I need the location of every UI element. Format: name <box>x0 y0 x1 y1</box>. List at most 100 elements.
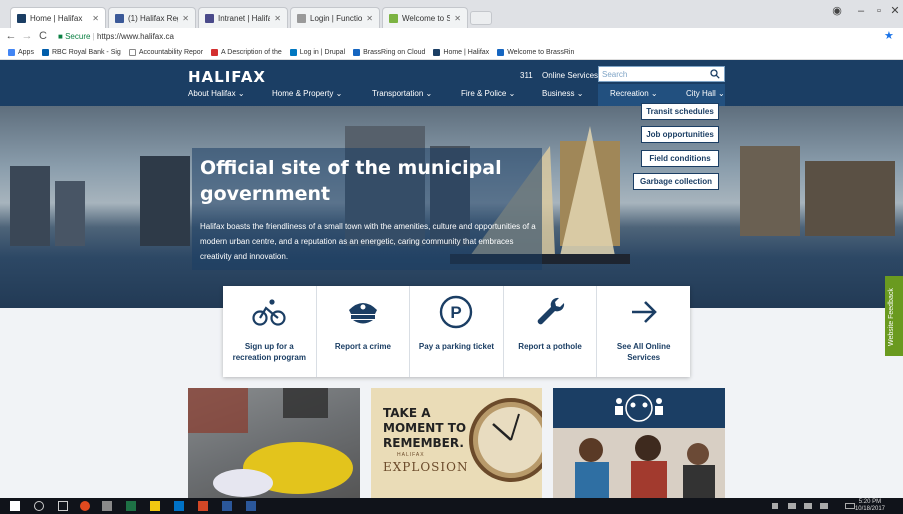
lock-icon: ■ <box>58 32 63 41</box>
task-view-icon[interactable] <box>58 501 68 511</box>
nav-business[interactable]: Business ⌄ <box>542 89 583 98</box>
feature-card-artists[interactable] <box>188 388 360 498</box>
explosion-title: EXPLOSION <box>383 460 469 474</box>
online-services-tiles: Sign up for a recreation program Report … <box>223 286 690 377</box>
chrome-taskbar-icon[interactable] <box>80 501 90 511</box>
quick-link-job-opportunities[interactable]: Job opportunities <box>641 126 719 143</box>
close-tab-icon[interactable]: ✕ <box>366 14 373 23</box>
nav-recreation[interactable]: Recreation ⌄ <box>610 89 658 98</box>
website-feedback-tab[interactable]: Website Feedback <box>885 276 903 356</box>
card-banner <box>553 388 725 428</box>
browser-tab[interactable]: Login | FunctionFox✕ <box>290 7 380 28</box>
url-input[interactable]: ■ Secure | https://www.halifax.ca <box>58 30 878 43</box>
shape-your-favicon-icon <box>389 13 398 23</box>
brassring-icon <box>353 48 361 56</box>
facebook-favicon-icon <box>115 13 124 23</box>
halifax-logo[interactable]: HALIFAX <box>188 68 266 86</box>
nav-transportation[interactable]: Transportation ⌄ <box>372 89 432 98</box>
online-services-link[interactable]: Online Services <box>542 71 598 80</box>
back-arrow-icon[interactable]: ← <box>4 29 18 43</box>
arrow-right-icon <box>631 301 657 323</box>
feature-card-community[interactable] <box>553 388 725 498</box>
user-profile-icon[interactable]: ◉ <box>826 2 848 20</box>
residents-photo <box>553 428 725 498</box>
site-header <box>0 60 903 106</box>
browser-tab[interactable]: Intranet | Halifax✕ <box>198 7 288 28</box>
reload-icon[interactable]: C <box>36 29 50 43</box>
new-tab-button[interactable] <box>470 11 492 25</box>
keyboard-icon[interactable] <box>845 503 855 509</box>
community-meeting-icon <box>615 394 663 422</box>
service-tile-report-crime[interactable]: Report a crime <box>317 286 411 377</box>
volume-icon[interactable] <box>804 503 812 509</box>
close-tab-icon[interactable]: ✕ <box>182 14 189 23</box>
halifax-favicon-icon <box>433 48 441 56</box>
chalk-art-photo <box>188 388 353 497</box>
chevron-down-icon: ⌄ <box>237 89 245 98</box>
search-input[interactable] <box>602 67 702 81</box>
bookmarks-bar: Apps RBC Royal Bank - Sig Accountability… <box>0 45 903 60</box>
search-icon[interactable] <box>710 69 720 79</box>
nav-about-halifax[interactable]: About Halifax ⌄ <box>188 89 245 98</box>
tray-chevron-icon[interactable] <box>772 503 778 509</box>
nav-fire-police[interactable]: Fire & Police ⌄ <box>461 89 515 98</box>
app-taskbar-icon[interactable] <box>102 501 112 511</box>
browser-tab[interactable]: (1) Halifax Regional Mu✕ <box>108 7 196 28</box>
bookmark-item[interactable]: Log in | Drupal <box>289 48 345 56</box>
bookmark-item[interactable]: Accountability Repor <box>128 48 203 56</box>
search-icon[interactable] <box>34 501 44 511</box>
forward-arrow-icon[interactable]: → <box>20 29 34 43</box>
bookmark-item[interactable]: RBC Royal Bank - Sig <box>41 48 121 56</box>
browser-tab[interactable]: Home | Halifax ✕ <box>10 7 106 28</box>
apps-grid-icon <box>8 48 15 56</box>
halifax-favicon-icon <box>17 13 26 23</box>
wrench-icon <box>537 297 565 325</box>
excel-taskbar-icon[interactable] <box>126 501 136 511</box>
app-taskbar-icon[interactable] <box>222 501 232 511</box>
quick-link-garbage-collection[interactable]: Garbage collection <box>633 173 719 190</box>
bookmark-item[interactable]: Apps <box>8 48 34 56</box>
brassring-icon <box>497 48 505 56</box>
close-window-icon[interactable]: ✕ <box>884 2 903 20</box>
drupal-icon <box>289 48 297 56</box>
bookmark-item[interactable]: A Description of the <box>211 48 282 56</box>
chevron-down-icon: ⌄ <box>508 89 516 98</box>
bookmark-star-icon[interactable]: ★ <box>884 29 898 43</box>
windows-start-icon[interactable] <box>10 501 20 511</box>
bookmark-item[interactable]: Welcome to BrassRin <box>497 48 574 56</box>
close-tab-icon[interactable]: ✕ <box>454 14 461 23</box>
powerpoint-taskbar-icon[interactable] <box>198 501 208 511</box>
battery-icon[interactable] <box>820 503 828 509</box>
browser-tab[interactable]: Welcome to Shape Your✕ <box>382 7 468 28</box>
link-311[interactable]: 311 <box>520 71 533 80</box>
bookmark-item[interactable]: Home | Halifax <box>433 48 489 56</box>
service-tile-report-pothole[interactable]: Report a pothole <box>504 286 598 377</box>
bookmark-item[interactable]: BrassRing on Cloud <box>353 48 425 56</box>
explosion-small-label: HALIFAX <box>397 452 425 458</box>
bicycle-icon <box>252 299 286 326</box>
close-tab-icon[interactable]: ✕ <box>92 14 99 23</box>
rbc-favicon-icon <box>41 48 49 56</box>
police-cap-icon <box>348 303 377 324</box>
feature-card-halifax-explosion[interactable]: TAKE A MOMENT TO REMEMBER. HALIFAX EXPLO… <box>371 388 542 498</box>
search-box <box>598 66 725 82</box>
network-icon[interactable] <box>788 503 796 509</box>
quick-link-field-conditions[interactable]: Field conditions <box>641 150 719 167</box>
file-explorer-icon[interactable] <box>150 501 160 511</box>
page-icon <box>128 48 136 56</box>
service-tile-recreation[interactable]: Sign up for a recreation program <box>223 286 317 377</box>
word-taskbar-icon[interactable] <box>246 501 256 511</box>
nav-home-property[interactable]: Home & Property ⌄ <box>272 89 342 98</box>
nav-city-hall[interactable]: City Hall ⌄ <box>686 89 725 98</box>
close-tab-icon[interactable]: ✕ <box>274 14 281 23</box>
hero-description: Halifax boasts the friendliness of a sma… <box>200 222 536 261</box>
quick-link-transit-schedules[interactable]: Transit schedules <box>641 103 719 120</box>
service-tile-all-services[interactable]: See All Online Services <box>597 286 690 377</box>
taskbar-clock[interactable]: 5:20 PM 10/18/2017 <box>855 499 885 513</box>
chevron-down-icon: ⌄ <box>425 89 433 98</box>
intranet-favicon-icon <box>205 13 214 23</box>
outlook-taskbar-icon[interactable] <box>174 501 184 511</box>
maple-leaf-icon <box>211 48 219 56</box>
service-tile-parking-ticket[interactable]: P Pay a parking ticket <box>410 286 504 377</box>
svg-text:P: P <box>451 303 462 322</box>
